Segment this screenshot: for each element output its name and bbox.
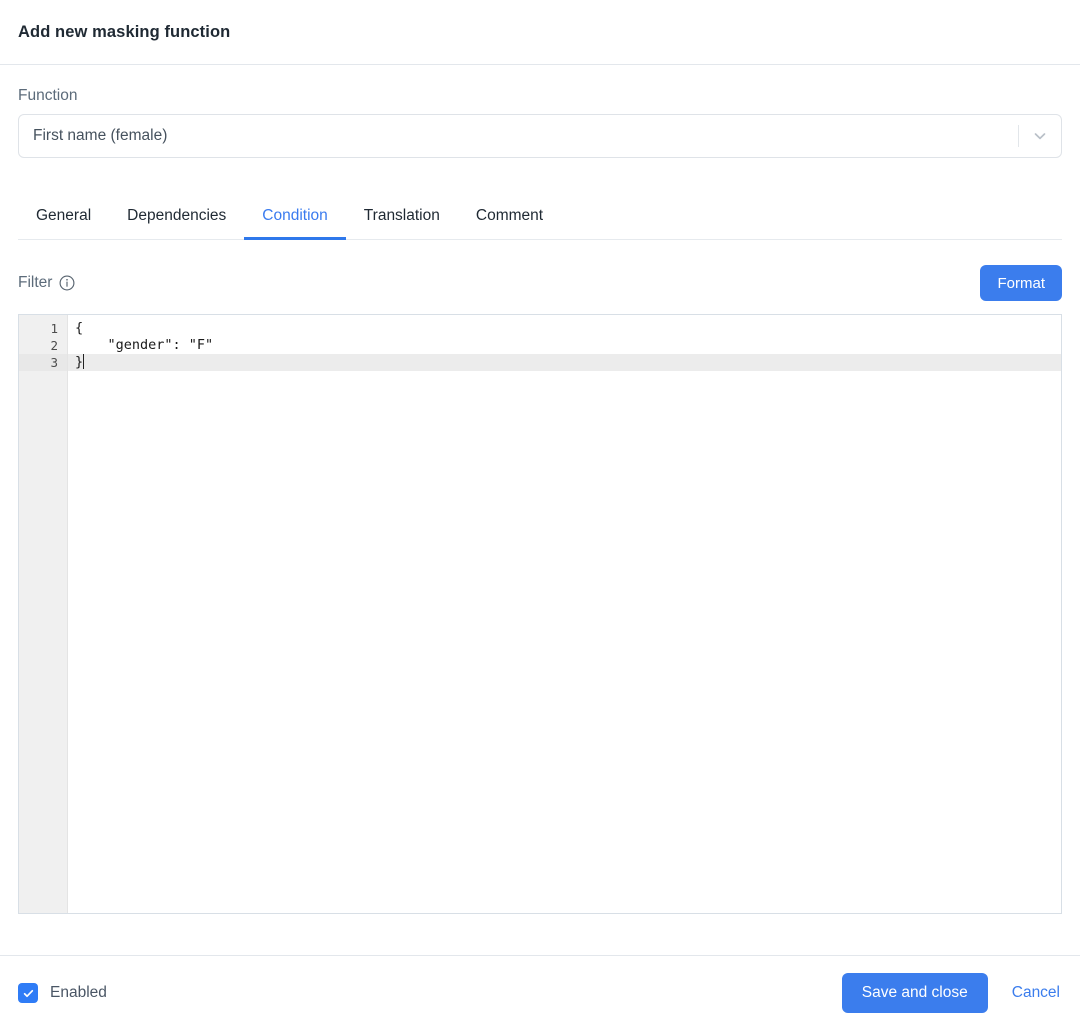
tab-dependencies[interactable]: Dependencies bbox=[109, 207, 244, 239]
line-number: 1 bbox=[19, 320, 67, 337]
editor-code-area[interactable]: { "gender": "F" } bbox=[68, 315, 1061, 913]
chevron-down-icon[interactable] bbox=[1019, 115, 1061, 157]
code-line-text: } bbox=[75, 354, 83, 370]
line-number: 2 bbox=[19, 337, 67, 354]
line-number: 3 bbox=[19, 354, 67, 371]
tab-bar: General Dependencies Condition Translati… bbox=[18, 184, 1062, 240]
enabled-label[interactable]: Enabled bbox=[50, 984, 107, 1002]
tab-translation[interactable]: Translation bbox=[346, 207, 458, 239]
editor-line-number-gutter: 1 2 3 bbox=[19, 315, 68, 913]
code-line: "gender": "F" bbox=[68, 337, 1061, 354]
cancel-button[interactable]: Cancel bbox=[1010, 984, 1062, 1002]
function-select[interactable]: First name (female) bbox=[18, 114, 1062, 158]
tab-condition[interactable]: Condition bbox=[244, 207, 346, 239]
text-cursor bbox=[83, 354, 84, 369]
tab-comment[interactable]: Comment bbox=[458, 207, 561, 239]
dialog-footer: Enabled Save and close Cancel bbox=[0, 955, 1080, 1030]
function-select-value: First name (female) bbox=[19, 127, 1018, 145]
code-line: } bbox=[68, 354, 1061, 371]
code-line-text: { bbox=[75, 320, 83, 336]
filter-row: Filter Format bbox=[18, 258, 1062, 308]
add-masking-function-dialog: Add new masking function Function First … bbox=[0, 0, 1080, 1030]
enabled-checkbox[interactable] bbox=[18, 983, 38, 1003]
enabled-control[interactable]: Enabled bbox=[18, 983, 107, 1003]
save-and-close-button[interactable]: Save and close bbox=[842, 973, 988, 1013]
code-line-text: "gender": "F" bbox=[75, 337, 213, 353]
tab-general[interactable]: General bbox=[18, 207, 109, 239]
code-line: { bbox=[68, 320, 1061, 337]
page-title: Add new masking function bbox=[18, 23, 230, 42]
info-circle-icon[interactable] bbox=[59, 275, 75, 291]
function-field-label: Function bbox=[18, 87, 1062, 105]
dialog-header: Add new masking function bbox=[0, 0, 1080, 65]
footer-actions: Save and close Cancel bbox=[842, 973, 1062, 1013]
format-button[interactable]: Format bbox=[980, 265, 1062, 301]
filter-label: Filter bbox=[18, 274, 52, 292]
filter-code-editor[interactable]: 1 2 3 { "gender": "F" } bbox=[18, 314, 1062, 914]
dialog-body: Function First name (female) General Dep… bbox=[0, 65, 1080, 955]
filter-label-group: Filter bbox=[18, 274, 75, 292]
